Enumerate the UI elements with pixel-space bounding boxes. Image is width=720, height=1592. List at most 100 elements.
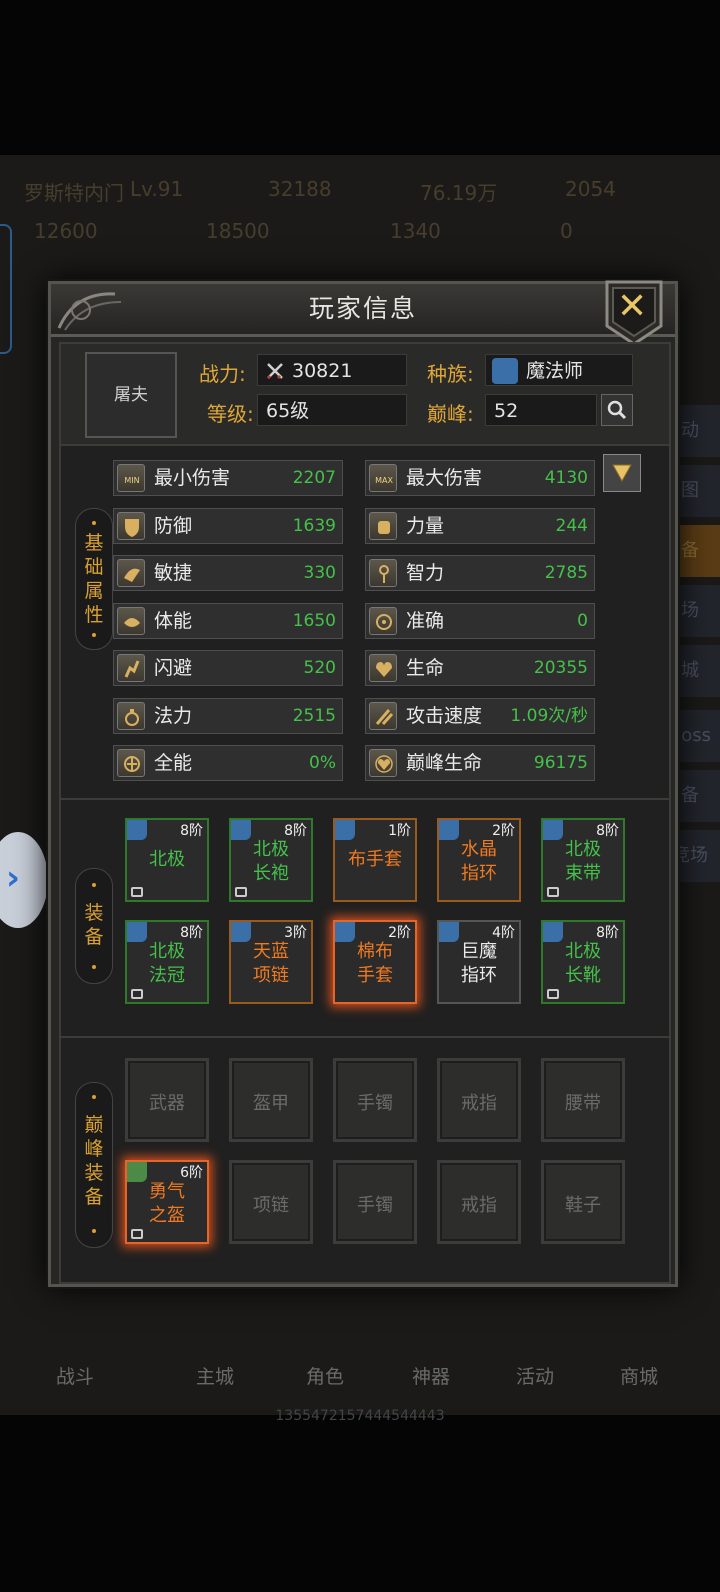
slot-label: 戒指: [461, 1093, 497, 1114]
attribute-name: 体能: [154, 609, 193, 632]
equipment-slot[interactable]: 8阶 北极 法冠: [125, 920, 209, 1004]
min-damage-icon: MIN: [117, 464, 145, 492]
item-name: 北极: [253, 839, 289, 860]
expand-attributes-button[interactable]: [603, 454, 641, 492]
attribute-value: 330: [303, 563, 336, 583]
chevron-right-icon: ›: [6, 858, 21, 898]
attribute-name: 最大伤害: [406, 467, 483, 489]
lock-icon: [547, 887, 559, 897]
item-tier: 2阶: [492, 823, 515, 839]
item-tier: 2阶: [388, 925, 411, 941]
avatar[interactable]: 屠夫: [85, 352, 177, 438]
mage-class-icon: [231, 922, 251, 942]
mage-class-icon: [127, 820, 147, 840]
attribute-value: 20355: [533, 658, 588, 678]
slot-label: 戒指: [461, 1195, 497, 1216]
equipment-slot[interactable]: 8阶 北极 长靴: [541, 920, 625, 1004]
peak-equipment-item[interactable]: 6阶 勇气 之盔: [125, 1160, 209, 1244]
peak-equipment-slot[interactable]: 武器: [125, 1058, 209, 1142]
item-tier: 8阶: [284, 823, 307, 839]
peak-equipment-slot[interactable]: 项链: [229, 1160, 313, 1244]
left-edge-tab[interactable]: [0, 224, 12, 354]
equipment-slot[interactable]: 8阶 北极长袍: [229, 818, 313, 902]
player-name: 屠夫: [114, 385, 148, 405]
item-tier: 8阶: [596, 823, 619, 839]
peak-search-button[interactable]: [601, 394, 633, 426]
muscle-icon: [117, 606, 145, 635]
attribute-value: 1639: [292, 515, 336, 536]
close-button[interactable]: ✕: [603, 280, 665, 346]
attribute-name: 闪避: [154, 657, 193, 679]
mage-class-icon: [543, 820, 563, 840]
max-damage-icon: MAX: [369, 464, 397, 492]
peak-equipment-section-label: 巅 峰 装 备: [75, 1082, 113, 1248]
dialog-title-bar: 玩家信息: [51, 284, 675, 337]
item-name-line2: 长袍: [253, 863, 289, 884]
mage-class-icon: [543, 922, 563, 942]
item-tier: 1阶: [388, 823, 411, 839]
equipment-slot[interactable]: 2阶 水晶 指环: [437, 818, 521, 902]
attribute-name: 敏捷: [154, 562, 193, 584]
peak-equipment-slot[interactable]: 手镯: [333, 1160, 417, 1244]
background-resource-row: 12600 18500 1340 0: [34, 219, 573, 243]
peak-equipment-slot[interactable]: 戒指: [437, 1058, 521, 1142]
crossed-swords-icon: [266, 363, 283, 380]
attribute-card: 全能 0%: [113, 745, 343, 781]
power-label: 战力:: [199, 362, 246, 386]
peak-equipment-slot[interactable]: 手镯: [333, 1058, 417, 1142]
agility-icon: [117, 559, 145, 587]
item-name-line2: 指环: [461, 965, 497, 986]
attribute-name: 最小伤害: [154, 467, 231, 489]
attribute-card: 法力 2515: [113, 697, 343, 734]
mage-class-icon: [335, 820, 355, 840]
dialog-title: 玩家信息: [308, 294, 417, 323]
lock-icon: [131, 1229, 143, 1239]
attribute-card: 闪避 520: [113, 650, 343, 686]
mage-class-icon: [335, 922, 355, 942]
mage-class-icon: [492, 358, 518, 384]
attribute-value: 2207: [292, 468, 336, 488]
attribute-value: 2785: [544, 563, 588, 583]
attribute-name: 防御: [154, 514, 193, 537]
item-name-line2: 长靴: [565, 965, 601, 986]
mage-class-icon: [439, 820, 459, 840]
attribute-card: 力量 244: [365, 507, 595, 544]
attribute-value: 96175: [533, 753, 588, 773]
mage-class-icon: [127, 922, 147, 942]
helmet-class-icon: [127, 1162, 147, 1182]
item-tier: 6阶: [180, 1165, 203, 1181]
attribute-name: 智力: [406, 562, 445, 584]
peak-equipment-slot[interactable]: 腰带: [541, 1058, 625, 1142]
dodge-icon: [117, 654, 145, 682]
peak-equipment-slot[interactable]: 盔甲: [229, 1058, 313, 1142]
attribute-card: 敏捷 330: [113, 555, 343, 591]
equipment-slot[interactable]: 8阶 北极: [125, 818, 209, 902]
item-tier: 3阶: [284, 925, 307, 941]
item-name: 北极: [565, 839, 601, 860]
key-icon: [369, 559, 397, 587]
background-bottom-nav: 战斗 主城 角色 神器 活动 商城: [56, 1366, 659, 1388]
svg-text:MAX: MAX: [375, 476, 393, 485]
attribute-value: 1.09次/秒: [510, 705, 588, 726]
attribute-name: 巅峰生命: [406, 752, 483, 774]
equipment-slot[interactable]: 3阶 天蓝 项链: [229, 920, 313, 1004]
item-name: 北极: [565, 941, 601, 962]
peak-equipment-slot[interactable]: 鞋子: [541, 1160, 625, 1244]
peak-equipment-slot[interactable]: 戒指: [437, 1160, 521, 1244]
attribute-value: 2515: [292, 705, 336, 726]
item-tier: 8阶: [180, 925, 203, 941]
equipment-slot[interactable]: 8阶 北极 束带: [541, 818, 625, 902]
attribute-card: 攻击速度 1.09次/秒: [365, 697, 595, 734]
attribute-card: MAX 最大伤害 4130: [365, 460, 595, 496]
item-name: 勇气: [149, 1181, 185, 1202]
attribute-name: 全能: [154, 752, 193, 774]
equipment-slot[interactable]: 2阶 棉布 手套: [333, 920, 417, 1004]
attribute-card: 防御 1639: [113, 507, 343, 544]
equipment-section: 装 备 8阶 北极 8阶 北极 长袍 1阶 布手套 2阶 水晶 指环 8阶 北极 束带 8阶 北极 法冠 3阶天…: [59, 798, 671, 1038]
lock-icon: [235, 887, 247, 897]
item-name: 北极: [149, 941, 185, 962]
attribute-value: 520: [303, 658, 336, 678]
equipment-slot[interactable]: 4阶 巨魔 指环: [437, 920, 521, 1004]
item-name: 北极: [149, 849, 185, 870]
equipment-slot[interactable]: 1阶 布手套: [333, 818, 417, 902]
